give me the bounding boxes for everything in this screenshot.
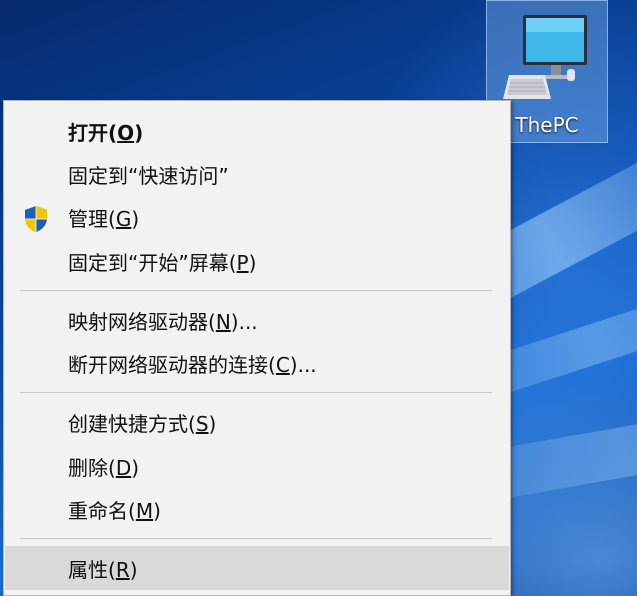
context-menu: 打开(O) 固定到“快速访问” 管理(G) 固定到“开始”屏幕(P) 映射网络驱…: [3, 100, 511, 596]
computer-icon: [503, 15, 587, 99]
menu-item-disconnect-network-drive[interactable]: 断开网络驱动器的连接(C)...: [5, 342, 509, 384]
desktop-icon-label: ThePC: [515, 113, 579, 137]
menu-item-label: 映射网络驱动器(N)...: [68, 309, 258, 334]
menu-item-label: 管理(G): [68, 206, 140, 231]
menu-item-label: 固定到“开始”屏幕(P): [68, 250, 257, 275]
menu-item-label: 删除(D): [68, 455, 140, 480]
menu-item-manage[interactable]: 管理(G): [5, 196, 509, 238]
menu-separator: [20, 392, 492, 393]
menu-item-label: 重命名(M): [68, 498, 161, 523]
menu-item-label: 断开网络驱动器的连接(C)...: [68, 352, 317, 377]
menu-item-properties[interactable]: 属性(R): [5, 546, 509, 590]
menu-item-map-network-drive[interactable]: 映射网络驱动器(N)...: [5, 299, 509, 341]
menu-item-label: 创建快捷方式(S): [68, 411, 217, 436]
menu-item-label: 打开(O): [68, 120, 144, 145]
menu-item-open[interactable]: 打开(O): [5, 110, 509, 152]
menu-item-pin-quick-access[interactable]: 固定到“快速访问”: [5, 153, 509, 195]
menu-item-pin-start[interactable]: 固定到“开始”屏幕(P): [5, 240, 509, 282]
menu-item-rename[interactable]: 重命名(M): [5, 488, 509, 530]
menu-item-label: 属性(R): [68, 557, 138, 582]
menu-separator: [20, 538, 492, 539]
menu-item-label: 固定到“快速访问”: [68, 163, 229, 188]
menu-item-delete[interactable]: 删除(D): [5, 445, 509, 487]
uac-shield-icon: [25, 206, 47, 232]
menu-item-create-shortcut[interactable]: 创建快捷方式(S): [5, 401, 509, 443]
menu-separator: [20, 290, 492, 291]
